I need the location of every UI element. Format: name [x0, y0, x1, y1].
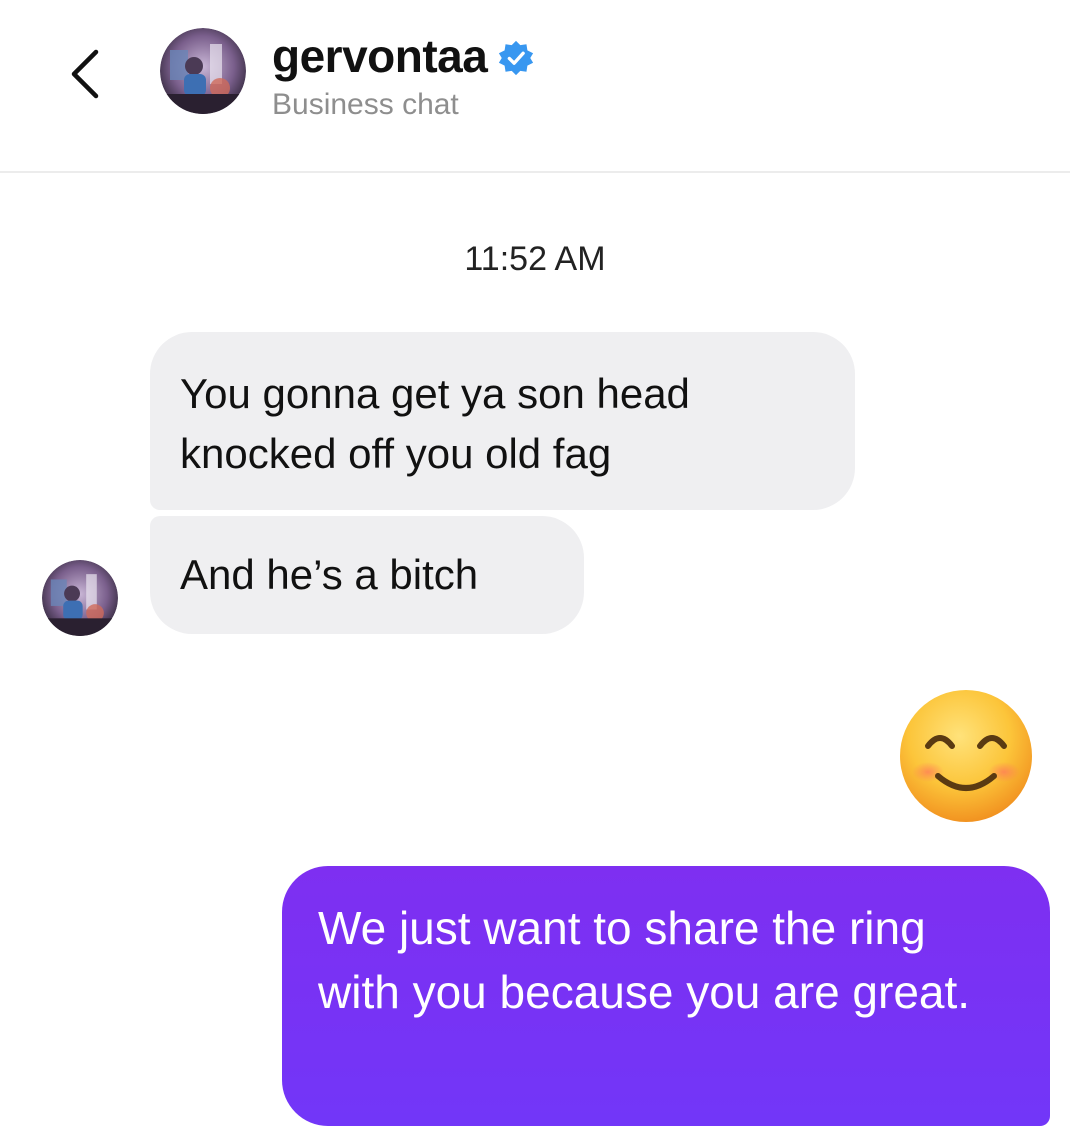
sender-avatar[interactable]: [42, 560, 118, 636]
incoming-message[interactable]: You gonna get ya son head knocked off yo…: [150, 332, 855, 510]
message-timestamp: 11:52 AM: [464, 240, 606, 278]
username-label: gervontaa: [272, 30, 488, 82]
avatar-image: [160, 28, 246, 114]
incoming-message[interactable]: And he’s a bitch: [150, 516, 584, 634]
chat-header: gervontaa Business chat: [0, 0, 1070, 172]
avatar-image: [42, 560, 118, 636]
back-button[interactable]: [62, 42, 110, 106]
chat-title[interactable]: gervontaa: [272, 26, 535, 86]
outgoing-message[interactable]: We just want to share the ring with you …: [282, 866, 1050, 1126]
chat-subtitle: Business chat: [272, 88, 459, 121]
header-divider: [0, 171, 1070, 173]
verified-badge-icon: [499, 40, 534, 76]
smiling-face-emoji[interactable]: [898, 688, 1034, 824]
chevron-left-icon: [71, 49, 99, 99]
profile-avatar[interactable]: [160, 28, 246, 114]
smiling-face-icon: [900, 690, 1032, 822]
